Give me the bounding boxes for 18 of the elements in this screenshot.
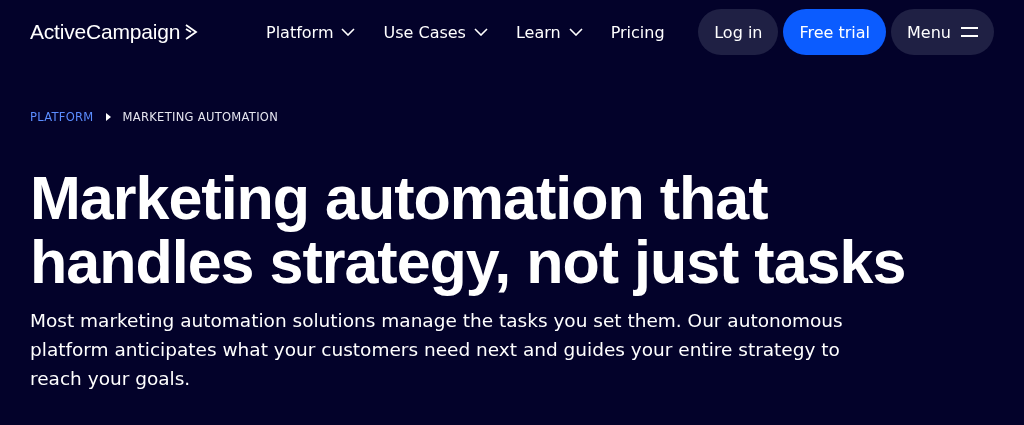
nav-link[interactable]: Learn xyxy=(515,22,583,42)
login-button[interactable]: Log in xyxy=(698,9,779,55)
menu-button[interactable]: Menu xyxy=(891,9,994,55)
logo-chevron-icon xyxy=(184,24,199,40)
nav-link[interactable]: Platform xyxy=(266,22,356,42)
hero-description: Most marketing automation solutions manage the tasks you set them. Our autonomous platform anticipates what your customers need next and guides your entire strategy to reach your goals. xyxy=(30,309,844,391)
nav-link[interactable]: Use Cases xyxy=(383,22,488,42)
chevron-down-icon xyxy=(473,28,488,36)
page-label: MARKETING AUTOMATION xyxy=(122,110,279,124)
hero-title: Marketing automation that handles strategy, not just tasks xyxy=(30,166,907,294)
menu-icon xyxy=(961,27,978,37)
free-trial-button[interactable]: Free trial xyxy=(783,9,887,55)
chevron-down-icon xyxy=(341,28,356,36)
nav-link[interactable]: Pricing xyxy=(610,22,665,42)
breadcrumb-separator-icon xyxy=(105,113,111,121)
breadcrumb-link[interactable]: PLATFORM xyxy=(30,110,94,124)
logo-text[interactable]: ActiveCampaign xyxy=(30,20,181,44)
chevron-down-icon xyxy=(568,28,583,36)
